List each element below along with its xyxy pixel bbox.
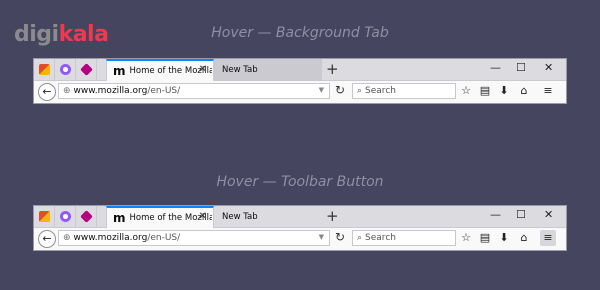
home-icon[interactable]: ⌂	[516, 83, 532, 99]
close-icon[interactable]: ✕	[199, 211, 207, 222]
nav-toolbar: ← ⊕ www.mozilla.org/en-US/ ▼ ↻ ⌕ Search …	[34, 81, 566, 103]
tab-strip: m Home of the Mozilla... ✕ New Tab + — ☐…	[34, 59, 566, 81]
globe-icon: ⊕	[63, 86, 71, 96]
library-icon[interactable]: ▤	[477, 83, 493, 99]
dropdown-icon[interactable]: ▼	[319, 86, 324, 94]
url-path: /en-US/	[147, 233, 181, 243]
url-domain: www.mozilla.org	[73, 233, 148, 243]
search-bar[interactable]: ⌕ Search	[352, 83, 456, 99]
library-icon[interactable]: ▤	[477, 230, 493, 246]
restore-button[interactable]: ☐	[516, 61, 526, 74]
tab-strip: m Home of the Mozilla... ✕ New Tab + — ☐…	[34, 206, 566, 228]
tab-mozilla-home[interactable]: m Home of the Mozilla... ✕	[106, 206, 214, 228]
dropdown-icon[interactable]: ▼	[319, 233, 324, 241]
minimize-button[interactable]: —	[490, 208, 501, 221]
url-bar[interactable]: ⊕ www.mozilla.org/en-US/ ▼	[58, 83, 330, 99]
app-grid-icon	[38, 64, 50, 75]
reload-button[interactable]: ↻	[335, 230, 345, 244]
url-text: www.mozilla.org/en-US/	[74, 233, 181, 243]
downloads-icon[interactable]: ⬇	[496, 83, 512, 99]
window-close-button[interactable]: ✕	[544, 61, 553, 74]
firefox-account-icon	[59, 211, 71, 222]
browser-window-hover-button: m Home of the Mozilla... ✕ New Tab + — ☐…	[33, 205, 567, 251]
tab-new-tab[interactable]: New Tab	[214, 59, 322, 80]
bookmark-star-icon[interactable]: ☆	[458, 83, 474, 99]
browser-window-hover-tab: m Home of the Mozilla... ✕ New Tab + — ☐…	[33, 58, 567, 104]
search-placeholder: Search	[365, 86, 396, 96]
pinned-tab-2[interactable]	[55, 206, 76, 227]
pocket-icon	[79, 63, 93, 76]
url-path: /en-US/	[147, 86, 181, 96]
close-icon[interactable]: ✕	[199, 64, 207, 75]
home-icon[interactable]: ⌂	[516, 230, 532, 246]
url-domain: www.mozilla.org	[73, 86, 148, 96]
pinned-tab-3[interactable]	[76, 206, 97, 227]
firefox-account-icon	[59, 64, 71, 75]
bookmark-star-icon[interactable]: ☆	[458, 230, 474, 246]
window-close-button[interactable]: ✕	[544, 208, 553, 221]
downloads-icon[interactable]: ⬇	[496, 230, 512, 246]
mozilla-m-icon: m	[113, 64, 126, 78]
search-placeholder: Search	[365, 233, 396, 243]
caption-hover-background-tab: Hover — Background Tab	[211, 25, 389, 41]
menu-icon[interactable]: ≡	[540, 83, 556, 99]
pinned-tab-1[interactable]	[34, 206, 55, 227]
restore-button[interactable]: ☐	[516, 208, 526, 221]
search-bar[interactable]: ⌕ Search	[352, 230, 456, 246]
reload-button[interactable]: ↻	[335, 83, 345, 97]
search-icon: ⌕	[357, 233, 363, 243]
search-icon: ⌕	[357, 86, 363, 96]
globe-icon: ⊕	[63, 233, 71, 243]
back-button[interactable]: ←	[38, 230, 56, 248]
tab-title: New Tab	[222, 64, 258, 75]
tab-title: New Tab	[222, 211, 258, 222]
pocket-icon	[79, 210, 93, 223]
url-bar[interactable]: ⊕ www.mozilla.org/en-US/ ▼	[58, 230, 330, 246]
mozilla-m-icon: m	[113, 211, 126, 225]
new-tab-button[interactable]: +	[326, 60, 339, 78]
caption-hover-toolbar-button: Hover — Toolbar Button	[216, 174, 384, 190]
pinned-tab-3[interactable]	[76, 59, 97, 80]
pinned-tab-2[interactable]	[55, 59, 76, 80]
back-button[interactable]: ←	[38, 83, 56, 101]
url-text: www.mozilla.org/en-US/	[74, 86, 181, 96]
pinned-tab-1[interactable]	[34, 59, 55, 80]
app-grid-icon	[38, 211, 50, 222]
tab-mozilla-home[interactable]: m Home of the Mozilla... ✕	[106, 59, 214, 81]
new-tab-button[interactable]: +	[326, 207, 339, 225]
menu-icon[interactable]: ≡	[540, 230, 556, 246]
nav-toolbar: ← ⊕ www.mozilla.org/en-US/ ▼ ↻ ⌕ Search …	[34, 228, 566, 250]
minimize-button[interactable]: —	[490, 61, 501, 74]
tab-new-tab[interactable]: New Tab	[214, 206, 322, 227]
